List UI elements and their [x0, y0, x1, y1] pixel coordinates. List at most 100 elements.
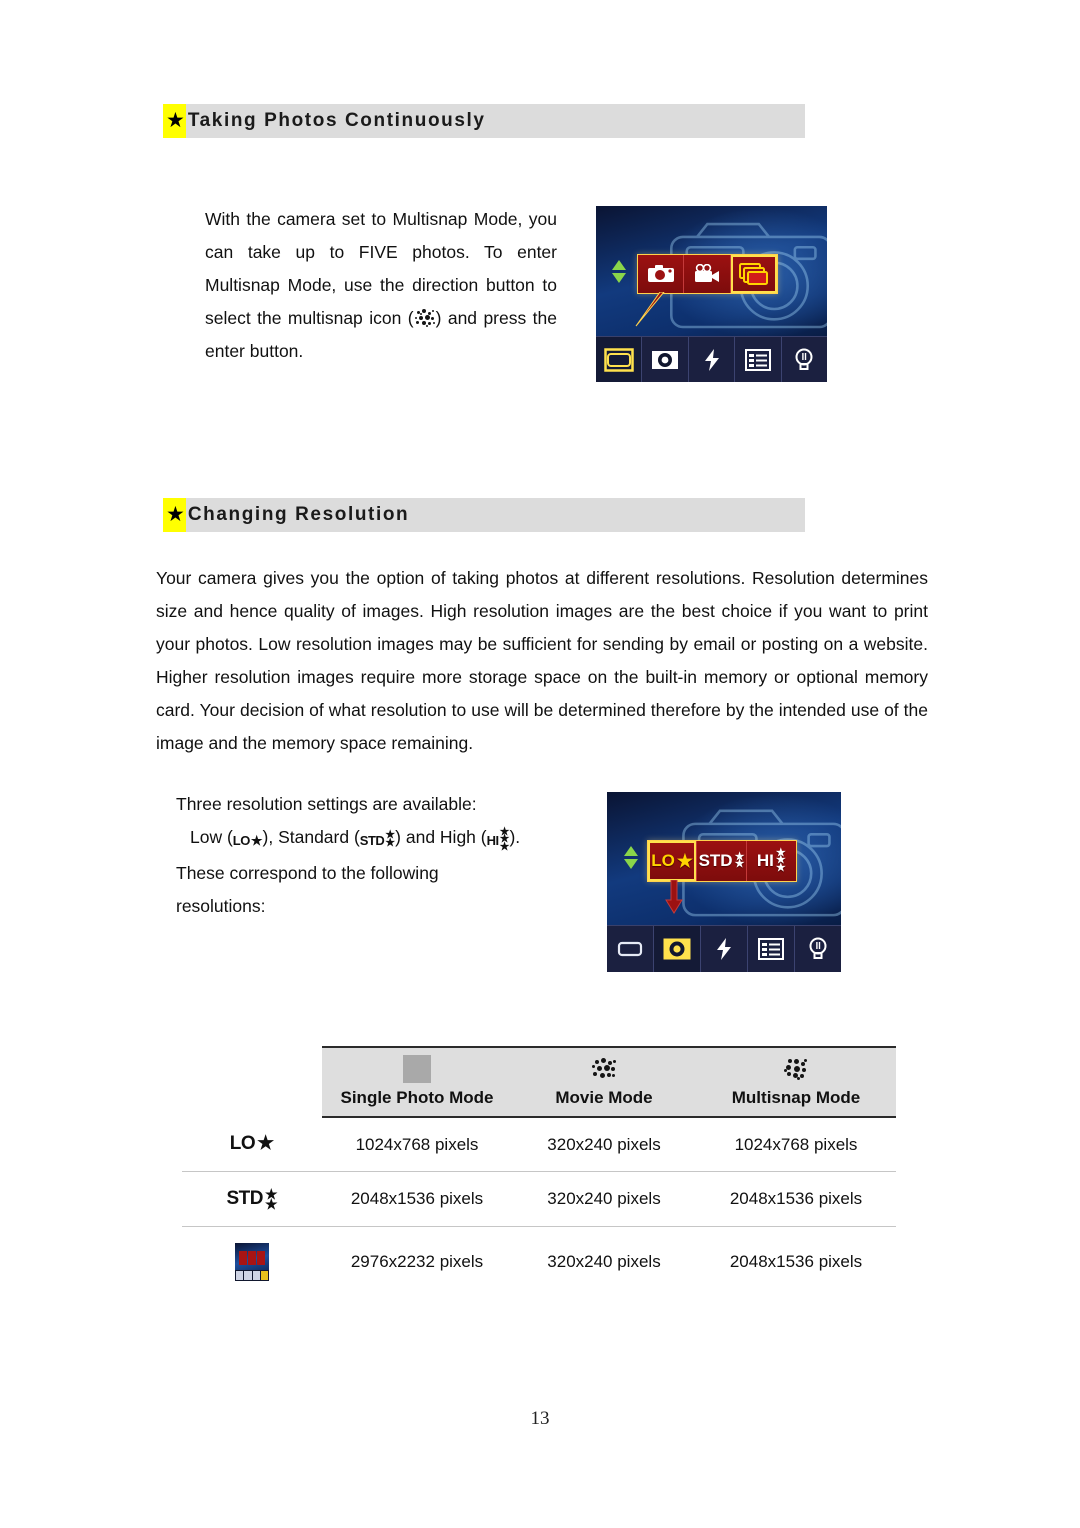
toolbar-menu[interactable]	[735, 337, 782, 382]
toolbar-mode-frame[interactable]	[607, 926, 654, 972]
toolbar-mode-frame[interactable]	[596, 337, 643, 382]
section-title-text: Taking Photos Continuously	[187, 110, 486, 131]
table-row: STD ★ ★ 2048x1536 pixels 320x240 pixels 2…	[182, 1171, 896, 1227]
direction-arrows-icon	[612, 260, 626, 283]
lightning-bolt-icon	[717, 938, 731, 961]
low-resolution-icon: LO ★	[229, 1133, 275, 1155]
cell-multisnap: 2048x1536 pixels	[696, 1171, 896, 1227]
lcd-bottom-toolbar[interactable]	[596, 336, 827, 382]
multisnap-speckle-icon	[700, 1054, 892, 1084]
toolbar-flash[interactable]	[689, 337, 736, 382]
section-heading-changing-resolution: ★ Changing Resolution	[163, 498, 805, 532]
header-setting-column	[182, 1047, 322, 1117]
frame-icon	[603, 347, 634, 372]
movie-speckle-icon	[516, 1054, 692, 1084]
stacked-photos-icon	[738, 263, 768, 285]
multisnap-paragraph: With the camera set to Multisnap Mode, y…	[205, 203, 557, 368]
toolbar-lamp[interactable]	[782, 337, 827, 382]
table-header-row: Single Photo Mode Movie Mode Multisnap M…	[182, 1046, 896, 1118]
list-icon	[758, 938, 784, 961]
row-setting-icon-cell: LO ★	[182, 1117, 322, 1172]
toolbar-resolution[interactable]	[654, 926, 701, 972]
toolbar-lamp[interactable]	[795, 926, 841, 972]
cell-movie: 320x240 pixels	[512, 1117, 696, 1172]
toolbar-menu[interactable]	[748, 926, 795, 972]
row-setting-icon-cell	[182, 1227, 322, 1298]
section-heading-taking-photos: ★ Taking Photos Continuously	[163, 104, 805, 138]
header-single-photo-mode: Single Photo Mode	[322, 1046, 512, 1118]
high-resolution-lcd-thumbnail-icon	[235, 1243, 269, 1281]
correspond-line-1: These correspond to the following	[176, 863, 439, 883]
movie-camera-icon	[695, 264, 720, 282]
resolution-body-paragraph: Your camera gives you the option of taki…	[156, 568, 928, 753]
correspond-line-2: resolutions:	[176, 896, 266, 916]
header-label: Multisnap Mode	[731, 1088, 861, 1107]
cell-single-photo: 1024x768 pixels	[322, 1117, 512, 1172]
menu-item-high-resolution[interactable]: HI ★ ★ ★	[746, 841, 797, 881]
row-setting-icon-cell: STD ★ ★	[182, 1171, 322, 1227]
standard-resolution-label: STD ★ ★	[698, 850, 745, 870]
menu-pointer-tail	[635, 292, 665, 327]
resolution-table: Single Photo Mode Movie Mode Multisnap M…	[182, 1046, 896, 1297]
header-label: Movie Mode	[555, 1088, 653, 1107]
cell-single-photo: 2976x2232 pixels	[350, 1252, 484, 1271]
header-multisnap-mode: Multisnap Mode	[696, 1046, 896, 1118]
settings-part4: ).	[509, 827, 521, 847]
aperture-icon	[663, 938, 691, 960]
lcd-resolution-menu-screenshot: LO ★ STD ★ ★ HI ★ ★ ★	[607, 792, 841, 972]
light-bulb-icon	[809, 937, 827, 960]
high-resolution-label: HI ★ ★ ★	[756, 846, 786, 874]
standard-resolution-icon: STD ★ ★	[226, 1185, 278, 1212]
settings-part1: Low (	[190, 827, 233, 847]
camera-icon	[647, 265, 674, 282]
standard-resolution-icon: STD ★ ★	[359, 829, 396, 850]
menu-item-single-photo-mode[interactable]	[638, 255, 685, 293]
settings-part2: ), Standard (	[262, 827, 360, 847]
multisnap-speckle-icon	[414, 308, 436, 328]
cell-multisnap: 1024x768 pixels	[696, 1117, 896, 1172]
frame-icon	[617, 941, 643, 957]
menu-item-movie-mode[interactable]	[684, 255, 731, 293]
three-settings-line: Low (LO ★), Standard (STD ★ ★) and High (HI…	[176, 821, 576, 857]
toolbar-flash[interactable]	[701, 926, 748, 972]
arrow-down-icon	[624, 859, 638, 869]
menu-item-multisnap-mode[interactable]	[730, 255, 778, 293]
lcd-bottom-toolbar[interactable]	[607, 925, 841, 972]
low-resolution-icon: LO ★	[232, 832, 263, 848]
aperture-icon	[652, 350, 679, 369]
resolution-menu-strip[interactable]: LO ★ STD ★ ★ HI ★ ★ ★	[647, 840, 797, 882]
cell-movie: 320x240 pixels	[547, 1252, 661, 1271]
low-resolution-label: LO ★	[651, 850, 694, 871]
arrow-up-icon	[624, 846, 638, 856]
toolbar-resolution[interactable]	[642, 337, 689, 382]
star-bullet-icon: ★	[163, 104, 186, 138]
star-bullet-icon: ★	[163, 498, 186, 532]
high-resolution-icon: HI ★ ★ ★	[486, 825, 510, 854]
light-bulb-icon	[795, 348, 813, 370]
table-row: 2976x2232 pixels 320x240 pixels 2048x153…	[182, 1227, 896, 1298]
table-body: LO ★ 1024x768 pixels 320x240 pixels 1024…	[182, 1117, 896, 1297]
document-page: ★ Taking Photos Continuously With the ca…	[0, 0, 1080, 1528]
header-label: Single Photo Mode	[340, 1088, 494, 1107]
list-icon	[744, 348, 771, 371]
lcd-mode-menu-screenshot	[596, 206, 827, 382]
settings-part3: ) and High (	[395, 827, 487, 847]
header-movie-mode: Movie Mode	[512, 1046, 696, 1118]
arrow-up-icon	[612, 260, 626, 270]
three-settings-block: Three resolution settings are available:…	[176, 788, 576, 923]
table-row: LO ★ 1024x768 pixels 320x240 pixels 1024…	[182, 1117, 896, 1172]
cell-single-photo: 2048x1536 pixels	[322, 1171, 512, 1227]
three-settings-intro: Three resolution settings are available:	[176, 794, 477, 814]
cell-movie: 320x240 pixels	[512, 1171, 696, 1227]
menu-item-standard-resolution[interactable]: STD ★ ★	[697, 841, 747, 881]
menu-item-low-resolution[interactable]: LO ★	[648, 841, 698, 881]
menu-pointer-arrow	[665, 880, 683, 914]
lightning-bolt-icon	[704, 348, 719, 371]
direction-arrows-icon	[624, 846, 638, 869]
cell-multisnap: 2048x1536 pixels	[729, 1252, 863, 1271]
gray-square-icon	[326, 1054, 508, 1084]
page-number: 13	[530, 1408, 550, 1429]
arrow-down-icon	[612, 273, 626, 283]
section-title-text: Changing Resolution	[187, 504, 410, 525]
mode-menu-strip[interactable]	[637, 254, 778, 294]
